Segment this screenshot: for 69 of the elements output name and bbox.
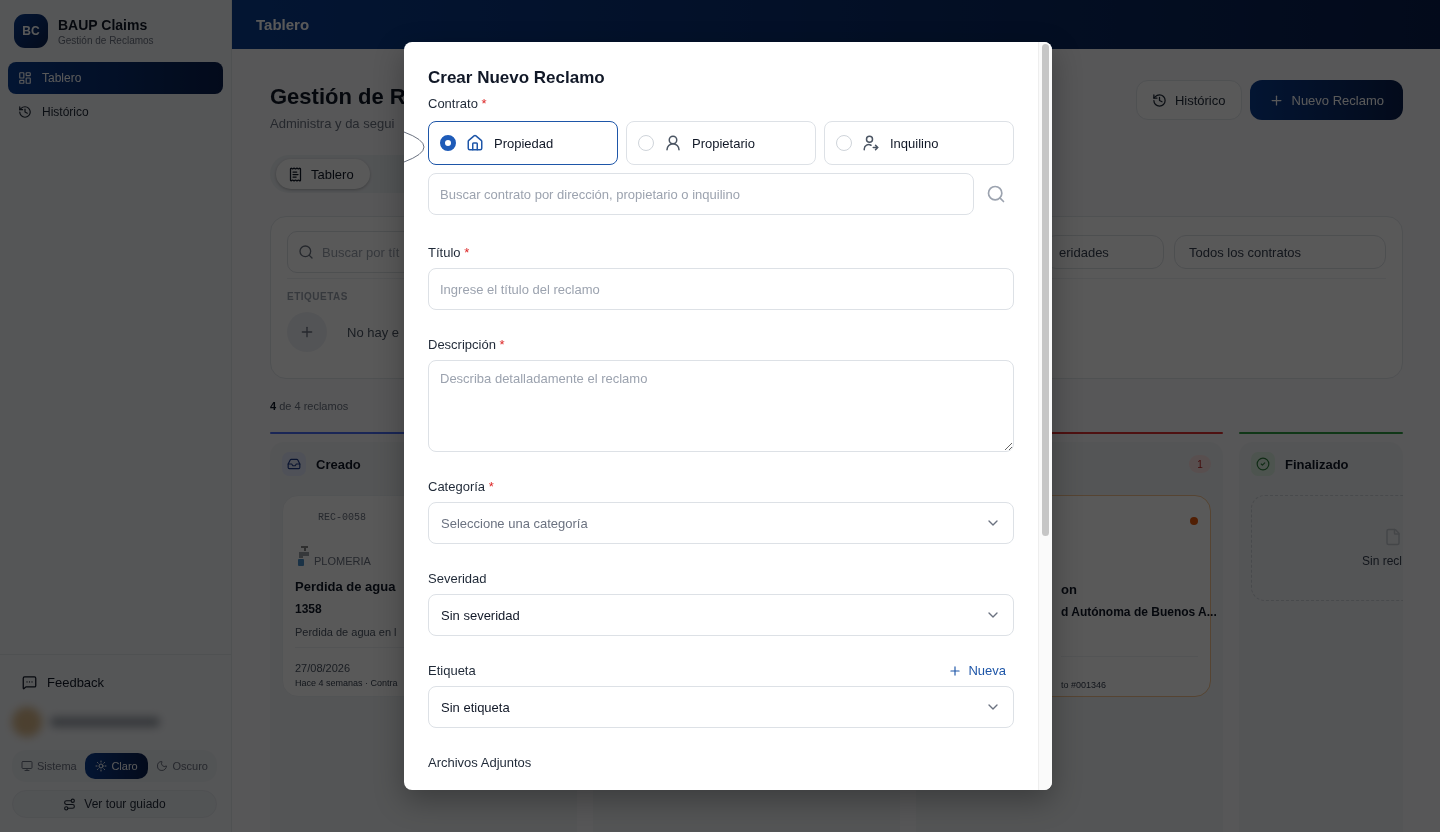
- field-label: Archivos Adjuntos: [428, 755, 533, 770]
- nav-item[interactable]: Histórico: [8, 96, 223, 128]
- app-name: BAUP Claims: [58, 16, 149, 33]
- field-label: Categoría *: [428, 479, 494, 494]
- new-claim-button[interactable]: Nuevo Reclamo: [1249, 80, 1403, 120]
- receipt-icon: [288, 166, 303, 182]
- claim-title: on: [1061, 582, 1077, 597]
- page-title: Gestión de R: [270, 84, 406, 110]
- search-icon: [298, 244, 314, 260]
- column-title: Finalizado: [1285, 456, 1349, 472]
- plus-icon: [1268, 92, 1284, 108]
- field-label: Severidad: [428, 571, 487, 586]
- scrollbar[interactable]: [1038, 42, 1052, 790]
- radio-button[interactable]: [440, 135, 456, 151]
- route-icon: [63, 797, 77, 811]
- field-label: Contrato *: [428, 96, 488, 111]
- monitor-icon: [21, 760, 33, 772]
- field-label: Descripción *: [428, 337, 506, 352]
- inbox-icon: [282, 452, 306, 476]
- new-link[interactable]: Nueva: [948, 663, 1006, 678]
- priority-dot: [1190, 517, 1198, 525]
- moon-icon: [156, 760, 169, 772]
- claim-meta: Hace 4 semanas · Contra: [295, 678, 398, 688]
- tags-empty-text: No hay e: [347, 324, 400, 340]
- message-icon: [22, 675, 37, 690]
- nav-item[interactable]: Tablero: [8, 62, 223, 94]
- filter-dropdown[interactable]: Todos los contratos: [1174, 235, 1386, 269]
- contract-type-option[interactable]: Propiedad: [428, 121, 618, 165]
- header-title: Tablero: [256, 16, 310, 33]
- claim-date: 27/08/2026: [295, 662, 351, 674]
- claim-meta: to #001346: [1061, 680, 1107, 690]
- house-icon: [466, 134, 484, 152]
- history-icon: [1151, 92, 1167, 108]
- required-mark: *: [481, 96, 487, 111]
- required-mark: *: [499, 337, 505, 352]
- select-field[interactable]: Seleccione una categoría: [428, 502, 1014, 544]
- text-area[interactable]: Describa detalladamente el reclamo: [428, 360, 1014, 452]
- dashboard-icon: [18, 71, 32, 85]
- history-icon: [18, 105, 32, 119]
- text-field[interactable]: Ingrese el título del reclamo: [428, 268, 1014, 310]
- user-arrow-icon: [862, 134, 880, 152]
- claim-title: Perdida de agua: [295, 579, 396, 594]
- empty-text: Sin recl: [1362, 554, 1402, 568]
- claim-title: d Autónoma de Buenos A...: [1061, 605, 1217, 619]
- select-field[interactable]: Sin etiqueta: [428, 686, 1014, 728]
- plus-icon: [948, 663, 963, 678]
- field-label: Título *: [428, 245, 471, 260]
- feedback-link[interactable]: Feedback: [12, 671, 217, 694]
- app-logo: BC: [14, 14, 48, 48]
- select-field[interactable]: Sin severidad: [428, 594, 1014, 636]
- tour-button[interactable]: Ver tour guiado: [12, 790, 217, 818]
- view-tab[interactable]: Tablero: [276, 159, 370, 189]
- search-icon[interactable]: [986, 184, 1006, 204]
- theme-option[interactable]: Claro: [84, 753, 149, 779]
- dialog-title: Crear Nuevo Reclamo: [428, 68, 606, 88]
- add-tag-button[interactable]: [287, 312, 327, 352]
- plus-icon: [299, 324, 315, 340]
- field-label: Etiqueta: [428, 663, 476, 678]
- sun-icon: [95, 760, 108, 772]
- column-title: Creado: [316, 456, 361, 472]
- user-icon: [664, 134, 682, 152]
- count-badge: 1: [1189, 455, 1211, 473]
- contract-type-option[interactable]: Propietario: [626, 121, 816, 165]
- required-mark: *: [488, 479, 494, 494]
- history-button[interactable]: Histórico: [1135, 80, 1242, 120]
- required-mark: *: [464, 245, 470, 260]
- contract-search-field[interactable]: Buscar contrato por dirección, propietario o inquilino: [428, 173, 974, 215]
- claim-title: 1358: [295, 602, 322, 616]
- contract-type-option[interactable]: Inquilino: [824, 121, 1014, 165]
